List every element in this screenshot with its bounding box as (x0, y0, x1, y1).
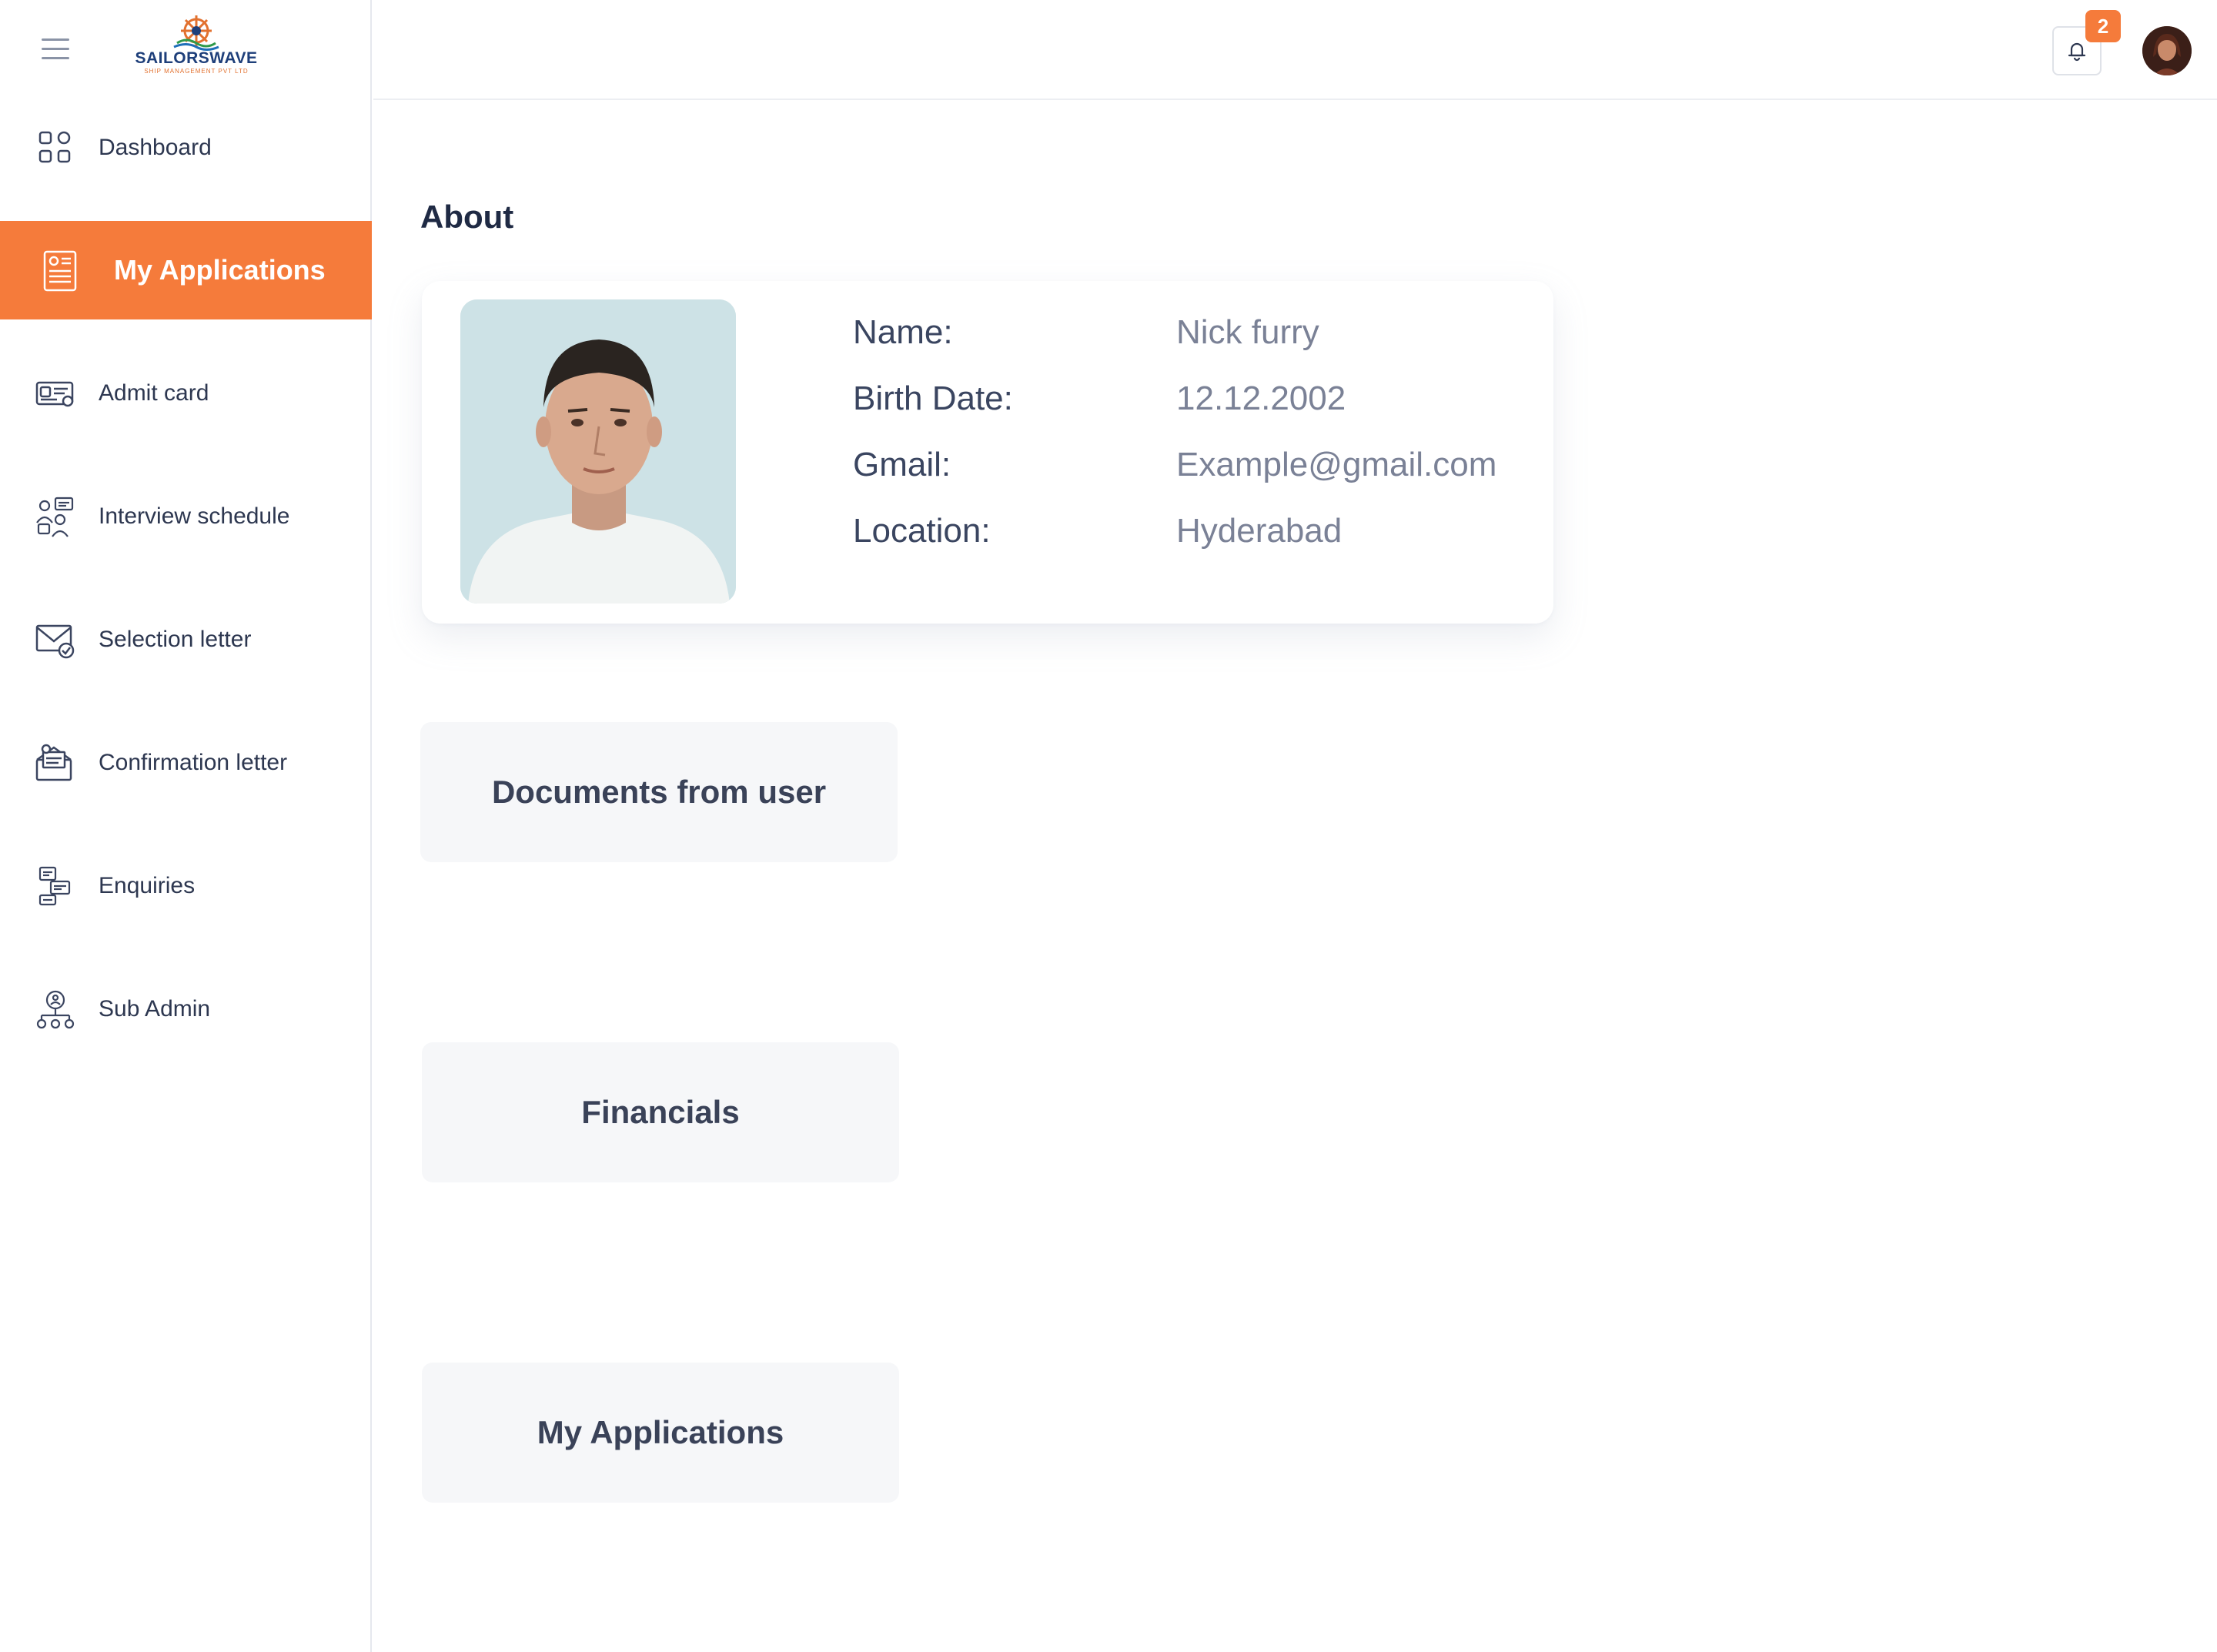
tile-label: My Applications (537, 1414, 784, 1450)
mail-check-icon (35, 624, 75, 659)
sidebar-item-label: My Applications (114, 254, 326, 286)
sidebar-item-dashboard[interactable]: Dashboard (0, 99, 372, 197)
interview-icon (36, 497, 74, 537)
name-value: Nick furry (1176, 313, 1319, 351)
tile-label: Financials (581, 1094, 740, 1130)
sidebar-item-label: Selection letter (99, 627, 252, 652)
tile-label: Documents from user (491, 774, 827, 810)
sidebar: SAILORSWAVE SHIP MANAGEMENT PVT LTD Dash… (0, 0, 372, 1652)
sidebar-item-confirmation-letter[interactable]: Confirmation letter (0, 714, 372, 812)
enquiry-chat-icon (38, 866, 71, 906)
sidebar-item-label: Enquiries (99, 873, 196, 898)
birth-date-value: 12.12.2002 (1176, 380, 1346, 417)
profile-photo (460, 299, 736, 604)
sidebar-item-selection-letter[interactable]: Selection letter (0, 590, 372, 689)
app-root: SAILORSWAVE SHIP MANAGEMENT PVT LTD Dash… (0, 0, 2217, 1652)
location-value: Hyderabad (1176, 512, 1343, 550)
hamburger-menu-icon[interactable] (42, 38, 69, 60)
location-label: Location: (853, 512, 991, 550)
profile-portrait-image (460, 299, 736, 604)
id-card-icon (35, 381, 74, 407)
avatar-portrait-icon (2142, 26, 2192, 75)
name-label: Name: (853, 313, 953, 351)
brand-tagline: SHIP MANAGEMENT PVT LTD (144, 68, 249, 75)
user-avatar[interactable] (2142, 26, 2192, 75)
application-form-icon (43, 250, 77, 292)
top-header (373, 0, 2217, 100)
notification-count-badge: 2 (2085, 10, 2121, 42)
ship-wheel-logo-icon (173, 15, 219, 51)
my-applications-button[interactable]: My Applications (422, 1363, 899, 1503)
sidebar-item-label: Interview schedule (99, 503, 290, 529)
brand-name: SAILORSWAVE (135, 49, 258, 67)
documents-from-user-button[interactable]: Documents from user (420, 722, 898, 862)
bell-icon (2068, 42, 2086, 62)
sidebar-item-admit-card[interactable]: Admit card (0, 344, 372, 443)
sidebar-item-my-applications[interactable]: My Applications (0, 221, 372, 319)
sidebar-item-label: Admit card (99, 380, 209, 406)
about-card: Name: Nick furry Birth Date: 12.12.2002 … (422, 281, 1553, 624)
org-network-icon (36, 990, 75, 1029)
brand-logo[interactable]: SAILORSWAVE SHIP MANAGEMENT PVT LTD (123, 12, 269, 77)
sidebar-item-label: Confirmation letter (99, 750, 288, 775)
sidebar-item-sub-admin[interactable]: Sub Admin (0, 960, 372, 1058)
about-title: About (420, 199, 514, 235)
birth-date-label: Birth Date: (853, 380, 1013, 417)
gmail-label: Gmail: (853, 446, 951, 483)
gmail-value: Example@gmail.com (1176, 446, 1497, 483)
sidebar-item-label: Dashboard (99, 135, 212, 160)
sidebar-item-interview-schedule[interactable]: Interview schedule (0, 467, 372, 566)
sidebar-item-label: Sub Admin (99, 996, 211, 1022)
dashboard-grid-icon (38, 131, 71, 163)
open-letter-icon (35, 744, 72, 781)
sidebar-item-enquiries[interactable]: Enquiries (0, 837, 372, 935)
financials-button[interactable]: Financials (422, 1042, 899, 1182)
